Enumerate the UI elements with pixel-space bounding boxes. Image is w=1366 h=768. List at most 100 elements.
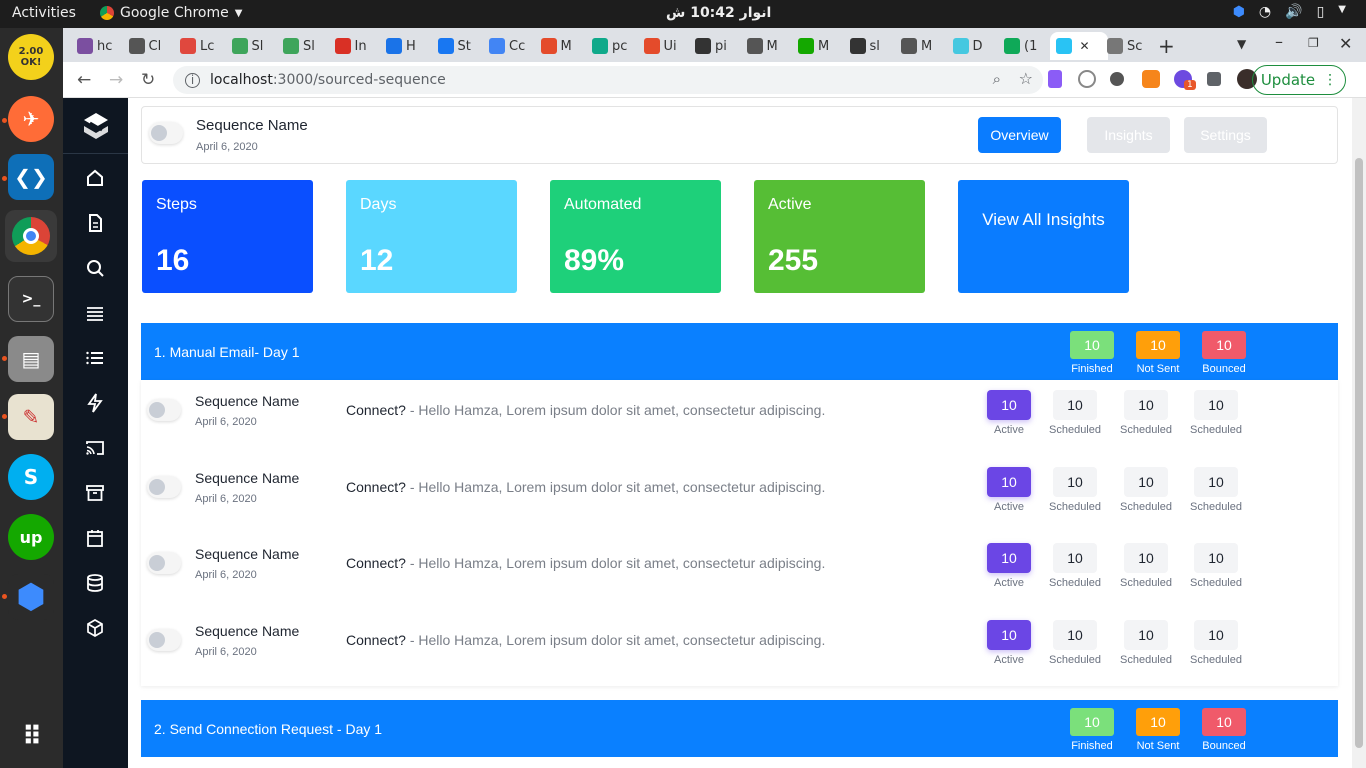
database-icon[interactable] <box>83 571 107 595</box>
new-tab-button[interactable]: + <box>1158 34 1175 58</box>
brand-logo[interactable] <box>63 98 128 154</box>
row-count-active[interactable]: 10 <box>987 390 1031 420</box>
reload-icon[interactable]: ↻ <box>141 70 155 90</box>
browser-tab[interactable]: pi <box>689 32 739 60</box>
forward-icon[interactable]: → <box>109 70 123 90</box>
row-count-scheduled[interactable]: 10 <box>1053 466 1097 497</box>
tab-search-icon[interactable]: ▼ <box>1237 37 1246 51</box>
settings-button[interactable]: Settings <box>1184 117 1267 153</box>
app-menu[interactable]: Google Chrome ▼ <box>100 5 242 21</box>
calendar-icon[interactable] <box>83 526 107 550</box>
browser-tab[interactable]: sl <box>844 32 894 60</box>
back-icon[interactable]: ← <box>77 70 91 90</box>
close-tab-icon[interactable]: ✕ <box>1080 39 1090 53</box>
home-icon[interactable] <box>83 166 107 190</box>
row-count-active[interactable]: 10 <box>987 619 1031 650</box>
browser-tab[interactable]: M <box>895 32 945 60</box>
browser-tab[interactable]: M <box>535 32 585 60</box>
browser-tab[interactable]: hc <box>71 32 121 60</box>
clock[interactable]: انوار 10:42 ش <box>666 5 771 21</box>
step-section-header[interactable]: 1. Manual Email- Day 1 10 Finished 10 Not Se… <box>141 323 1338 380</box>
close-window-icon[interactable]: ✕ <box>1339 34 1352 53</box>
row-message[interactable]: Connect? - Hello Hamza, Lorem ipsum dolo… <box>346 479 825 495</box>
row-count-scheduled[interactable]: 10 <box>1124 466 1168 497</box>
browser-tab[interactable]: ✕ <box>1049 32 1108 60</box>
browser-tab[interactable]: M <box>792 32 842 60</box>
browser-tab[interactable]: Sl <box>277 32 327 60</box>
dock-postman[interactable]: ✈ <box>8 96 54 142</box>
archive-icon[interactable] <box>83 481 107 505</box>
lightning-icon[interactable] <box>83 391 107 415</box>
row-message[interactable]: Connect? - Hello Hamza, Lorem ipsum dolo… <box>346 555 825 571</box>
dock-upwork[interactable]: up <box>8 514 54 560</box>
row-count-scheduled[interactable]: 10 <box>1124 543 1168 573</box>
browser-tab[interactable]: Ui <box>638 32 688 60</box>
browser-tab[interactable]: D <box>947 32 997 60</box>
row-count-scheduled[interactable]: 10 <box>1053 390 1097 420</box>
search-icon[interactable] <box>83 256 107 280</box>
list-icon[interactable] <box>83 346 107 370</box>
row-count-scheduled[interactable]: 10 <box>1194 466 1238 497</box>
row-message[interactable]: Connect? - Hello Hamza, Lorem ipsum dolo… <box>346 402 825 418</box>
address-bar[interactable]: i localhost:3000/sourced-sequence ⌕ ☆ <box>173 66 1043 94</box>
browser-tab[interactable]: H <box>380 32 430 60</box>
minimize-icon[interactable]: – <box>1275 32 1283 51</box>
dock-skype[interactable]: S <box>8 454 54 500</box>
row-count-scheduled[interactable]: 10 <box>1053 543 1097 573</box>
row-count-active[interactable]: 10 <box>987 466 1031 497</box>
package-icon[interactable] <box>83 616 107 640</box>
scrollbar[interactable] <box>1352 98 1366 768</box>
dock-chrome[interactable] <box>5 210 57 262</box>
dock-app[interactable]: ⬢ <box>8 574 54 620</box>
row-toggle[interactable] <box>147 552 181 574</box>
dock-text-editor[interactable]: ✎ <box>8 394 54 440</box>
browser-tab[interactable]: Cc <box>483 32 533 60</box>
row-toggle[interactable] <box>147 475 181 498</box>
browser-tab[interactable]: (1 <box>998 32 1048 60</box>
globe-extension-icon[interactable] <box>1078 70 1096 88</box>
browser-tab[interactable]: St <box>432 32 482 60</box>
activities-button[interactable]: Activities <box>12 5 76 21</box>
zoom-icon[interactable]: ⌕ <box>993 70 1001 88</box>
row-toggle[interactable] <box>147 399 181 421</box>
pen-extension-icon[interactable] <box>1048 70 1062 88</box>
restore-icon[interactable]: ❐ <box>1308 36 1319 50</box>
document-icon[interactable] <box>83 211 107 235</box>
row-toggle[interactable] <box>147 628 181 651</box>
dock-files[interactable]: ▤ <box>8 336 54 382</box>
row-count-scheduled[interactable]: 10 <box>1124 390 1168 420</box>
sequence-toggle[interactable] <box>149 122 183 144</box>
row-count-scheduled[interactable]: 10 <box>1124 619 1168 650</box>
cast-icon[interactable] <box>83 436 107 460</box>
table-row[interactable]: Sequence Name April 6, 2020 Connect? - Hel… <box>141 380 1338 456</box>
dock-clock-app[interactable]: 2.00 OK! <box>8 34 54 80</box>
view-all-insights-button[interactable]: View All Insights <box>958 180 1129 293</box>
browser-tab[interactable]: M <box>741 32 791 60</box>
row-message[interactable]: Connect? - Hello Hamza, Lorem ipsum dolo… <box>346 632 825 648</box>
browser-tab[interactable]: In <box>329 32 379 60</box>
browser-tab[interactable]: Cl <box>123 32 173 60</box>
system-tray[interactable]: ⬢ ◔ 🔊 ▯ ▼ <box>1233 4 1346 20</box>
show-apps-icon[interactable]: ⠿ <box>8 714 54 760</box>
menu-icon[interactable] <box>83 301 107 325</box>
kebab-menu-icon[interactable]: ⋮ <box>1323 72 1337 88</box>
dock-terminal[interactable]: >_ <box>8 276 54 322</box>
app-indicator-icon[interactable]: ⬢ <box>1233 4 1245 20</box>
bookmark-star-icon[interactable]: ☆ <box>1019 69 1033 88</box>
row-count-scheduled[interactable]: 10 <box>1194 619 1238 650</box>
row-count-scheduled[interactable]: 10 <box>1194 543 1238 573</box>
dock-vscode[interactable]: ❮❯ <box>8 154 54 200</box>
row-count-scheduled[interactable]: 10 <box>1194 390 1238 420</box>
step-section-header[interactable]: 2. Send Connection Request - Day 1 10 Fini… <box>141 700 1338 757</box>
table-row[interactable]: Sequence Name April 6, 2020 Connect? - Hel… <box>141 457 1338 533</box>
browser-tab[interactable]: Lc <box>174 32 224 60</box>
browser-tab[interactable]: pc <box>586 32 636 60</box>
update-button[interactable]: Update ⋮ <box>1252 65 1346 95</box>
insights-button[interactable]: Insights <box>1087 117 1170 153</box>
bug-extension-icon[interactable] <box>1110 72 1124 86</box>
row-count-scheduled[interactable]: 10 <box>1053 619 1097 650</box>
browser-tab[interactable]: Sc <box>1101 32 1151 60</box>
fox-extension-icon[interactable] <box>1142 70 1160 88</box>
table-row[interactable]: Sequence Name April 6, 2020 Connect? - Hel… <box>141 610 1338 686</box>
browser-tab[interactable]: Sl <box>226 32 276 60</box>
